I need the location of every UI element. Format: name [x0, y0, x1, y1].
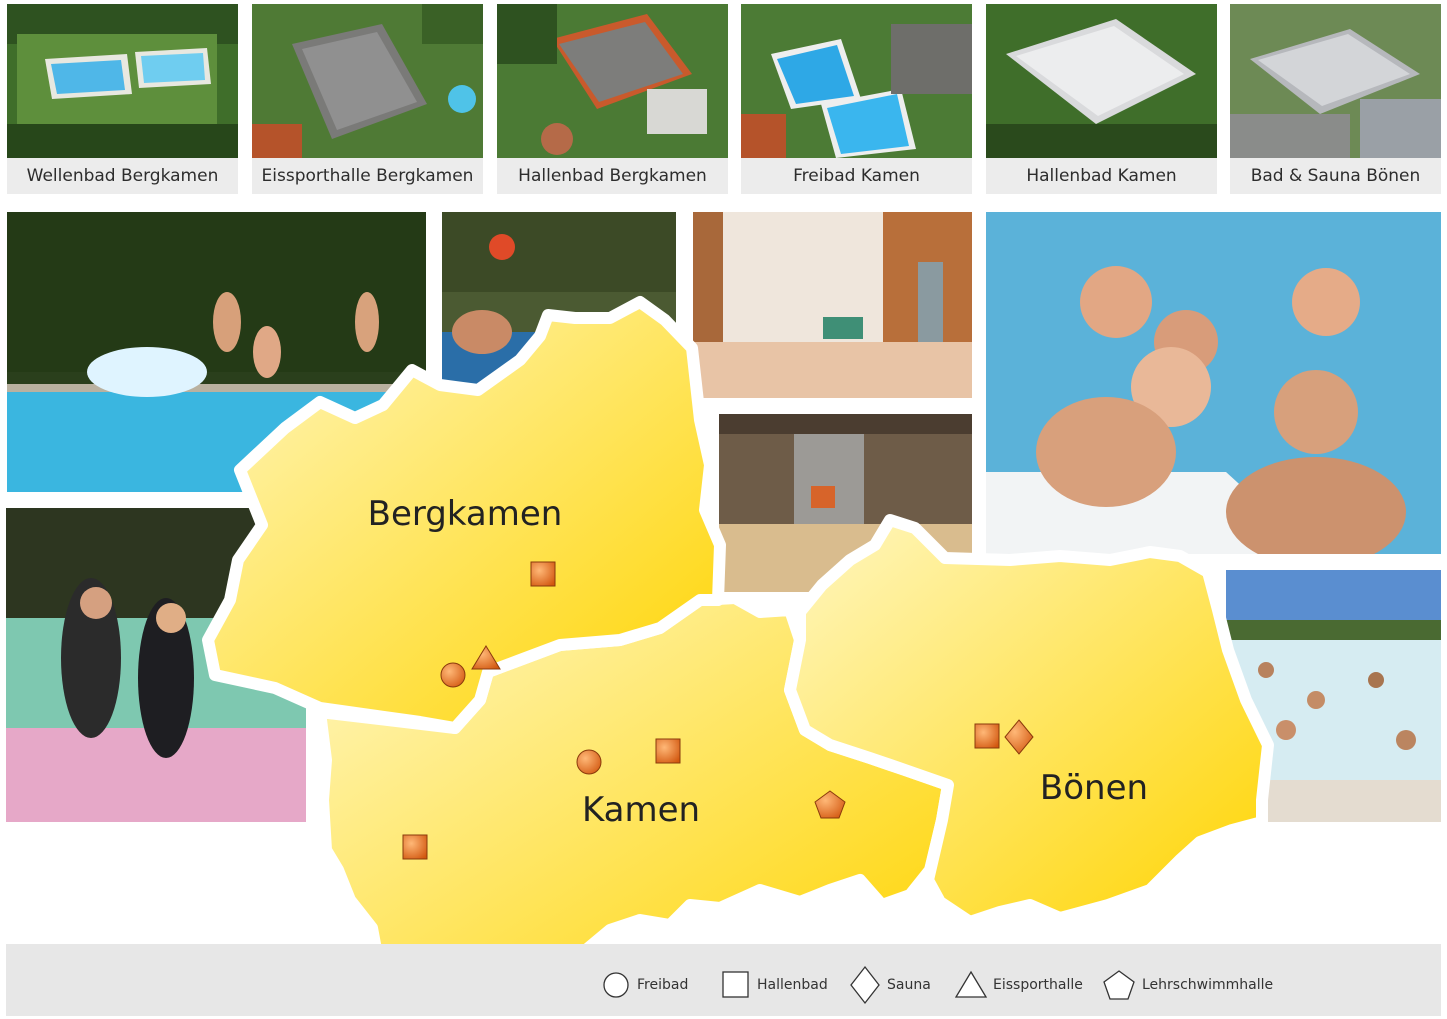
town-label-bergkamen: Bergkamen [368, 494, 563, 534]
legend-label: Hallenbad [757, 977, 828, 993]
legend-item-hallenbad: Hallenbad [722, 965, 832, 1005]
freibad-marker-kamen[interactable] [576, 749, 602, 775]
pentagon-icon [1103, 970, 1135, 1000]
circle-icon [603, 972, 629, 998]
legend-label: Sauna [887, 977, 931, 993]
legend-label: Freibad [637, 977, 689, 993]
town-label-kamen: Kamen [582, 790, 700, 830]
hallenbad-marker-boenen[interactable] [974, 723, 1000, 749]
hallenbad-marker-bergkamen[interactable] [530, 561, 556, 587]
hallenbad-marker-kamen[interactable] [655, 738, 681, 764]
town-label-boenen: Bönen [1040, 768, 1148, 808]
hallenbad-marker-kamen-west[interactable] [402, 834, 428, 860]
legend-label: Eissporthalle [993, 977, 1083, 993]
legend-item-sauna: Sauna [850, 965, 940, 1005]
legend-label: Lehrschwimmhalle [1142, 977, 1274, 993]
square-icon [722, 971, 749, 998]
freibad-marker-bergkamen[interactable] [440, 662, 466, 688]
district-map: Bergkamen Kamen Bönen [202, 296, 1274, 1006]
diamond-icon [850, 965, 880, 1005]
legend-item-eissporthalle: Eissporthalle [955, 965, 1085, 1005]
legend-item-lehrschwimmhalle: Lehrschwimmhalle [1103, 965, 1273, 1005]
legend-item-freibad: Freibad [603, 965, 693, 1005]
triangle-icon [955, 970, 988, 998]
